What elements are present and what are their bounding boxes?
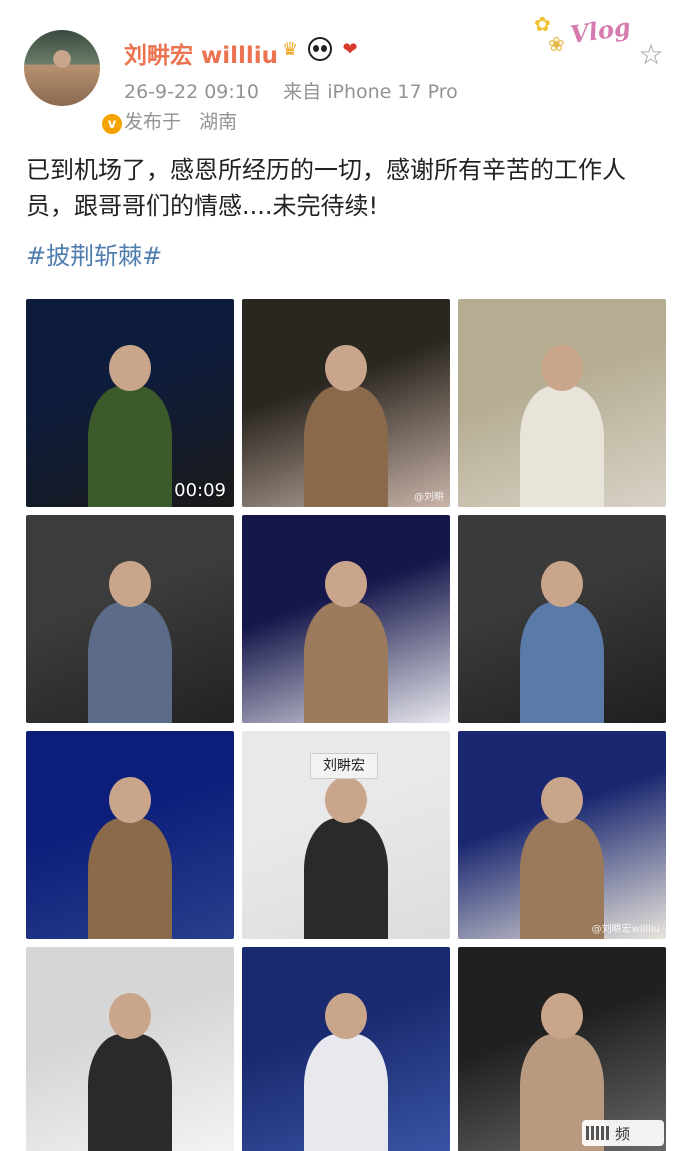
post-location: 发布于 湖南	[124, 107, 237, 134]
photo-figure	[304, 1034, 388, 1151]
panda-icon	[308, 37, 332, 61]
post-source-device: iPhone 17 Pro	[327, 81, 458, 103]
floating-label: 频	[615, 1124, 631, 1143]
flower-icon: ❀	[548, 32, 565, 56]
photo-figure	[88, 386, 172, 507]
media-image-thumbnail[interactable]	[26, 515, 234, 723]
name-card: 刘畊宏	[310, 753, 378, 779]
post-header: v 刘畊宏 willliu ♛ ❤ 26-9-22 09:10 来自 iPhon…	[0, 0, 690, 140]
photo-figure-head	[109, 344, 151, 391]
post-meta: 26-9-22 09:10 来自 iPhone 17 Pro	[124, 77, 458, 104]
image-watermark: @刘畊宏willliu	[591, 924, 660, 935]
media-image-thumbnail[interactable]	[458, 515, 666, 723]
audio-bars-icon	[586, 1126, 609, 1140]
user-name[interactable]: 刘畊宏 willliu	[124, 36, 278, 70]
photo-figure-head	[325, 776, 367, 823]
photo-figure-head	[109, 992, 151, 1039]
video-duration: 00:09	[174, 480, 226, 501]
photo-figure-head	[109, 560, 151, 607]
vlog-label: Vlog	[568, 11, 633, 50]
photo-figure-head	[541, 992, 583, 1039]
media-grid: 00:09 @刘畊刘畊宏 @刘畊宏willliu	[26, 299, 666, 1151]
photo-figure	[88, 818, 172, 939]
vlog-decoration: ✿ ❀ Vlog	[534, 10, 638, 60]
photo-figure	[520, 602, 604, 723]
post-source-prefix: 来自	[283, 81, 322, 103]
media-image-thumbnail[interactable]	[26, 731, 234, 939]
verified-badge-icon: v	[100, 112, 124, 136]
floating-video-button[interactable]: 频	[582, 1120, 664, 1146]
post-text: 已到机场了，感恩所经历的一切，感谢所有辛苦的工作人员，跟哥哥们的情感....未完…	[26, 156, 626, 220]
photo-figure-head	[325, 992, 367, 1039]
media-image-thumbnail[interactable]: @刘畊	[242, 299, 450, 507]
location-prefix: 发布于	[124, 111, 182, 133]
media-image-thumbnail[interactable]	[242, 947, 450, 1151]
hashtag-link[interactable]: #披荆斩棘#	[26, 236, 162, 271]
media-image-thumbnail[interactable]: 刘畊宏	[242, 731, 450, 939]
photo-figure	[304, 602, 388, 723]
photo-figure	[520, 386, 604, 507]
media-image-thumbnail[interactable]: @刘畊宏willliu	[458, 731, 666, 939]
media-image-thumbnail[interactable]	[458, 299, 666, 507]
lion-icon: ❤	[342, 38, 358, 60]
media-video-thumbnail[interactable]: 00:09	[26, 299, 234, 507]
crown-icon: ♛	[281, 38, 299, 60]
photo-figure-head	[541, 776, 583, 823]
star-icon[interactable]: ☆	[636, 40, 666, 70]
user-avatar[interactable]: v	[24, 30, 124, 136]
photo-figure-head	[325, 560, 367, 607]
photo-figure	[88, 1034, 172, 1151]
media-image-thumbnail[interactable]	[26, 947, 234, 1151]
location-value: 湖南	[199, 111, 238, 133]
post-timestamp: 26-9-22 09:10	[124, 81, 259, 103]
photo-figure-head	[325, 344, 367, 391]
photo-figure-head	[541, 344, 583, 391]
user-badges: ♛ ❤	[278, 37, 362, 61]
photo-figure	[88, 602, 172, 723]
photo-figure-head	[541, 560, 583, 607]
photo-figure	[304, 818, 388, 939]
image-watermark: @刘畊	[414, 492, 444, 503]
media-image-thumbnail[interactable]	[242, 515, 450, 723]
photo-figure-head	[109, 776, 151, 823]
photo-figure	[304, 386, 388, 507]
